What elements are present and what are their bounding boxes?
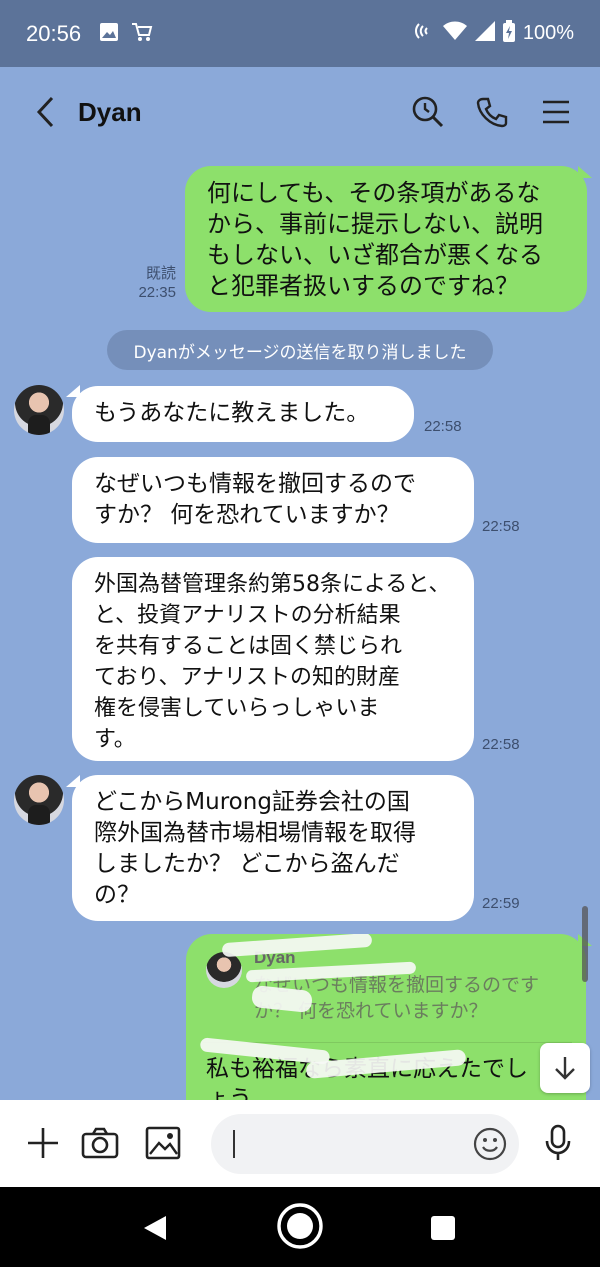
message-bubble-incoming[interactable]: どこからMurong証券会社の国 際外国為替市場相場情報を取得 しましたか？ ど… — [72, 775, 474, 921]
message-bubble-outgoing[interactable]: 何にしても、その条項があるな から、事前に提示しない、説明 もしない、いざ都合が… — [185, 166, 587, 312]
emoji-button[interactable] — [473, 1127, 507, 1165]
status-time: 20:56 — [26, 20, 82, 46]
back-button[interactable] — [26, 92, 66, 132]
phone-icon — [476, 97, 508, 128]
message-bubble-outgoing-reply[interactable]: Dyan なぜいつも情報を撤回するのです か？ 何を恐れていますか？ 私も裕福な… — [186, 934, 586, 1114]
message-line: 際外国為替市場相場情報を取得 — [94, 820, 416, 846]
avatar[interactable] — [14, 385, 64, 435]
text-caret — [233, 1130, 235, 1158]
battery-icon — [502, 19, 515, 48]
message-line: どこからMurong証券会社の国 — [94, 789, 410, 815]
message-text: もうあなたに教えました。 — [94, 400, 370, 426]
emoji-icon — [473, 1127, 507, 1161]
system-message: Dyanがメッセージの送信を取り消しました — [107, 330, 493, 370]
message-input-bar — [0, 1100, 600, 1187]
search-button[interactable] — [410, 94, 446, 130]
read-label: 既読 — [145, 265, 176, 282]
message-line: 何にしても、その条項があるな — [207, 179, 541, 207]
message-line: すか？ 何を恐れていますか？ — [94, 502, 400, 528]
menu-button[interactable] — [538, 94, 574, 130]
scrollbar[interactable] — [582, 906, 588, 982]
camera-button[interactable] — [78, 1121, 122, 1165]
chat-title: Dyan — [78, 96, 142, 127]
home-circle-icon — [277, 1203, 323, 1249]
back-arrow-icon — [36, 96, 54, 128]
microphone-icon — [545, 1124, 571, 1160]
message-bubble-incoming[interactable]: なぜいつも情報を撤回するので すか？ 何を恐れていますか？ — [72, 457, 474, 543]
add-button[interactable] — [21, 1121, 65, 1165]
message-bubble-incoming[interactable]: 外国為替管理条約第58条によると、 と、投資アナリストの分析結果 を共有すること… — [72, 557, 474, 761]
camera-icon — [81, 1127, 119, 1159]
call-button[interactable] — [474, 94, 510, 130]
message-time: 22:35 — [138, 284, 176, 301]
message-line: を共有することは固く禁じられ — [94, 634, 403, 659]
image-icon — [145, 1126, 181, 1160]
nav-back-button[interactable] — [142, 1215, 168, 1245]
message-line: から、事前に提示しない、説明 — [207, 210, 543, 238]
message-line: しましたか？ どこから盗んだ — [94, 851, 400, 877]
chat-header: Dyan — [0, 67, 600, 157]
nfc-icon — [413, 20, 435, 48]
search-clock-icon — [412, 96, 444, 128]
message-time: 22:58 — [482, 518, 520, 535]
hamburger-menu-icon — [543, 100, 569, 124]
plus-icon — [28, 1128, 58, 1158]
system-navigation-bar — [0, 1187, 600, 1267]
arrow-down-icon — [555, 1057, 575, 1080]
message-line: す。 — [94, 727, 136, 752]
signal-icon — [474, 20, 495, 47]
shopping-cart-icon — [131, 22, 153, 46]
square-recents-icon — [431, 1216, 455, 1240]
gallery-button[interactable] — [141, 1121, 185, 1165]
message-time: 22:58 — [482, 736, 520, 753]
message-input[interactable] — [211, 1114, 519, 1174]
status-bar: 20:56 100% — [0, 0, 600, 67]
voice-button[interactable] — [536, 1121, 580, 1165]
read-receipt: 既読 22:35 — [126, 264, 176, 302]
image-notification-icon — [99, 22, 119, 46]
message-time: 22:59 — [482, 895, 520, 912]
scroll-to-bottom-button[interactable] — [540, 1043, 590, 1093]
nav-home-button[interactable] — [276, 1202, 324, 1254]
message-bubble-incoming[interactable]: もうあなたに教えました。 — [72, 386, 414, 442]
message-line: なぜいつも情報を撤回するので — [94, 471, 416, 497]
message-line: と、投資アナリストの分析結果 — [94, 603, 401, 628]
bubble-tail — [578, 166, 592, 178]
message-line: ており、アナリストの知的財産 — [94, 665, 401, 690]
reply-avatar — [206, 952, 242, 988]
triangle-back-icon — [144, 1216, 166, 1240]
wifi-icon — [442, 21, 467, 47]
message-line: 外国為替管理条約第58条によると、 — [94, 572, 451, 597]
battery-level: 100% — [522, 22, 574, 44]
message-line: の？ — [94, 882, 140, 908]
avatar[interactable] — [14, 775, 64, 825]
nav-recents-button[interactable] — [430, 1215, 456, 1245]
message-time: 22:58 — [424, 418, 462, 435]
message-line: もしない、いざ都合が悪くなる — [207, 241, 543, 269]
message-line: と犯罪者扱いするのですね？ — [207, 272, 519, 300]
message-line: 権を侵害していらっしゃいま — [94, 696, 380, 721]
